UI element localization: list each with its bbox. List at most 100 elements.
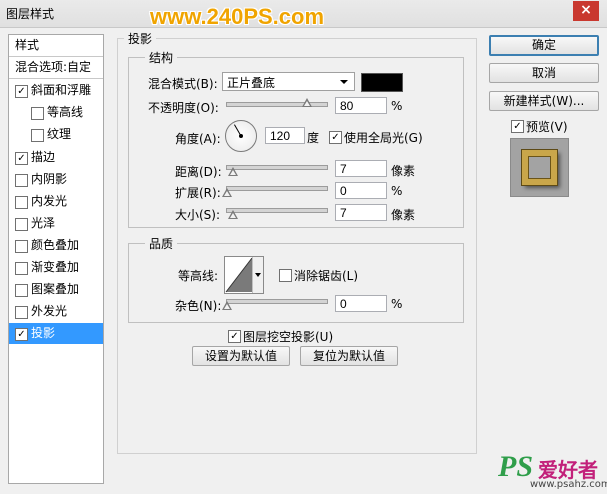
spread-input[interactable]: [335, 182, 387, 199]
noise-slider-track[interactable]: [226, 299, 328, 304]
sidebar-item-label: 描边: [31, 150, 56, 164]
set-default-button[interactable]: 设置为默认值: [192, 346, 290, 366]
watermark-text: www.240PS.com: [150, 4, 325, 29]
spread-unit: %: [391, 184, 403, 198]
checkbox[interactable]: ✓: [15, 152, 28, 165]
window-title: 图层样式: [6, 7, 55, 21]
checkbox[interactable]: [15, 174, 28, 187]
checkbox[interactable]: ✓: [15, 85, 28, 98]
sidebar-item-outer-glow[interactable]: 外发光: [9, 301, 103, 322]
reset-default-button[interactable]: 复位为默认值: [300, 346, 398, 366]
sidebar-item-inner-shadow[interactable]: 内阴影: [9, 169, 103, 190]
angle-dial[interactable]: [225, 120, 257, 152]
opacity-unit: %: [391, 99, 403, 113]
distance-label: 距离(D):: [175, 165, 222, 179]
opacity-label: 不透明度(O):: [148, 101, 219, 115]
sidebar-item-pattern-overlay[interactable]: 图案叠加: [9, 279, 103, 300]
noise-label: 杂色(N):: [175, 299, 222, 313]
quality-title: 品质: [145, 235, 178, 252]
noise-unit: %: [391, 297, 403, 311]
style-preview-thumbnail: [510, 138, 569, 197]
sidebar-item-label: 等高线: [47, 105, 84, 119]
antialias-label: 消除锯齿(L): [294, 269, 359, 283]
distance-unit: 像素: [391, 164, 416, 178]
blend-options-label: 混合选项:自定: [15, 60, 92, 74]
size-slider-thumb[interactable]: [228, 210, 238, 219]
distance-slider-track[interactable]: [226, 165, 328, 170]
checkbox[interactable]: [15, 306, 28, 319]
sidebar-item-bevel-emboss[interactable]: ✓ 斜面和浮雕: [9, 80, 103, 101]
contour-curve-icon: [225, 257, 253, 293]
sidebar-item-satin[interactable]: 光泽: [9, 213, 103, 234]
sidebar-item-label: 投影: [31, 326, 56, 340]
structure-title: 结构: [145, 49, 178, 66]
sidebar-item-label: 内发光: [31, 194, 68, 208]
contour-picker[interactable]: [224, 256, 264, 294]
checkbox[interactable]: [15, 284, 28, 297]
distance-input[interactable]: [335, 160, 387, 177]
sidebar-item-label: 图案叠加: [31, 282, 80, 296]
preview-label: 预览(V): [526, 120, 568, 134]
checkbox[interactable]: ✓: [15, 328, 28, 341]
global-light-label: 使用全局光(G): [344, 131, 423, 145]
angle-label: 角度(A):: [175, 132, 221, 146]
size-unit: 像素: [391, 208, 416, 222]
contour-label: 等高线:: [178, 269, 219, 283]
sidebar-item-contour[interactable]: 等高线: [9, 102, 103, 123]
checkbox[interactable]: [15, 240, 28, 253]
checkbox[interactable]: [15, 218, 28, 231]
gold-frame-preview-icon: [522, 150, 557, 185]
size-input[interactable]: [335, 204, 387, 221]
blend-mode-value: 正片叠底: [227, 76, 276, 90]
sidebar-item-label: 斜面和浮雕: [31, 83, 92, 97]
sidebar-item-color-overlay[interactable]: 颜色叠加: [9, 235, 103, 256]
title-bar: 图层样式 www.240PS.com ×: [0, 0, 607, 29]
spread-slider-thumb[interactable]: [222, 188, 232, 197]
preview-checkbox[interactable]: ✓: [511, 120, 524, 133]
global-light-checkbox[interactable]: ✓: [329, 131, 342, 144]
knockout-checkbox[interactable]: ✓: [228, 330, 241, 343]
blend-mode-label: 混合模式(B):: [148, 77, 218, 91]
styles-header[interactable]: 样式: [9, 35, 103, 56]
close-button[interactable]: ×: [573, 1, 599, 21]
noise-slider-thumb[interactable]: [222, 301, 232, 310]
sidebar-item-label: 光泽: [31, 216, 56, 230]
opacity-slider-thumb[interactable]: [302, 98, 312, 107]
watermark-ps: PS: [498, 450, 534, 483]
watermark-url: www.psahz.com: [530, 479, 607, 490]
checkbox[interactable]: [15, 196, 28, 209]
ok-button[interactable]: 确定: [489, 35, 599, 56]
sidebar-item-stroke[interactable]: ✓ 描边: [9, 147, 103, 168]
new-style-button[interactable]: 新建样式(W)...: [489, 91, 599, 111]
angle-input[interactable]: [265, 127, 305, 144]
spread-slider-track[interactable]: [226, 186, 328, 191]
blend-mode-select[interactable]: 正片叠底: [222, 72, 355, 91]
shadow-color-swatch[interactable]: [361, 73, 403, 92]
styles-list: 样式 混合选项:自定 ✓ 斜面和浮雕 等高线 纹理 ✓ 描边 内阴影 内发光 光…: [8, 34, 104, 484]
antialias-checkbox[interactable]: [279, 269, 292, 282]
sidebar-item-gradient-overlay[interactable]: 渐变叠加: [9, 257, 103, 278]
checkbox[interactable]: [31, 129, 44, 142]
opacity-slider-track[interactable]: [226, 102, 328, 107]
angle-unit: 度: [307, 131, 320, 145]
footer-watermark: PS 爱好者 www.psahz.com: [498, 448, 607, 492]
sidebar-item-label: 颜色叠加: [31, 238, 80, 252]
sidebar-item-texture[interactable]: 纹理: [9, 124, 103, 145]
chevron-down-icon: [340, 80, 348, 84]
sidebar-item-label: 外发光: [31, 304, 68, 318]
size-label: 大小(S):: [175, 208, 221, 222]
checkbox[interactable]: [15, 262, 28, 275]
distance-slider-thumb[interactable]: [228, 167, 238, 176]
sidebar-item-drop-shadow[interactable]: ✓ 投影: [9, 323, 103, 344]
checkbox[interactable]: [31, 107, 44, 120]
chevron-down-icon[interactable]: [252, 257, 263, 293]
opacity-input[interactable]: [335, 97, 387, 114]
sidebar-item-label: 内阴影: [31, 172, 68, 186]
size-slider-track[interactable]: [226, 208, 328, 213]
knockout-label: 图层挖空投影(U): [243, 330, 334, 344]
cancel-button[interactable]: 取消: [489, 63, 599, 83]
sidebar-item-inner-glow[interactable]: 内发光: [9, 191, 103, 212]
blend-options-item[interactable]: 混合选项:自定: [9, 57, 103, 78]
sidebar-item-label: 纹理: [47, 127, 72, 141]
noise-input[interactable]: [335, 295, 387, 312]
